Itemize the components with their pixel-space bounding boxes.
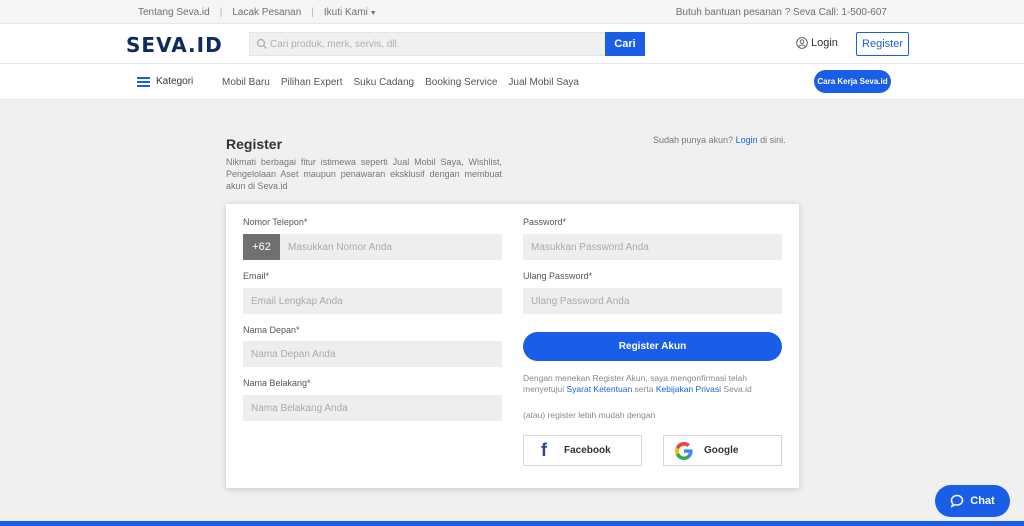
phone-label: Nomor Telepon*: [243, 217, 308, 227]
top-utility-bar: Tentang Seva.id | Lacak Pesanan | Ikuti …: [0, 0, 1024, 24]
login-link[interactable]: Login: [796, 37, 838, 49]
terms-text: Dengan menekan Register Akun, saya mengo…: [523, 373, 782, 395]
email-placeholder: Email Lengkap Anda: [251, 295, 343, 307]
nav-jual-mobil-saya[interactable]: Jual Mobil Saya: [508, 77, 579, 88]
google-icon: [664, 441, 704, 460]
kategori-menu[interactable]: Kategori: [137, 76, 193, 87]
password-label: Password*: [523, 217, 567, 227]
password-placeholder: Masukkan Password Anda: [531, 241, 649, 253]
already-prefix: Sudah punya akun?: [653, 135, 734, 145]
separator: |: [311, 7, 314, 18]
caret-down-icon: ▼: [369, 10, 377, 17]
last-name-label: Nama Belakang*: [243, 378, 311, 388]
facebook-icon: f: [541, 440, 547, 460]
top-links: Tentang Seva.id | Lacak Pesanan | Ikuti …: [138, 7, 377, 18]
ikuti-kami-label: Ikuti Kami: [323, 7, 368, 18]
login-link-inline[interactable]: Login: [736, 135, 758, 145]
link-lacak-pesanan[interactable]: Lacak Pesanan: [232, 7, 301, 18]
main-nav: Kategori Mobil Baru Pilihan Expert Suku …: [0, 64, 1024, 100]
nav-suku-cadang[interactable]: Suku Cadang: [354, 77, 415, 88]
hamburger-icon: [137, 76, 150, 87]
separator: |: [219, 7, 223, 18]
already-suffix: di sini.: [760, 135, 786, 145]
confirm-password-label: Ulang Password*: [523, 271, 593, 281]
nav-pilihan-expert[interactable]: Pilihan Expert: [281, 77, 343, 88]
search-icon: [256, 38, 267, 49]
terms-suffix: Seva.id: [723, 384, 752, 394]
facebook-label: Facebook: [564, 445, 611, 456]
first-name-input[interactable]: Nama Depan Anda: [243, 341, 502, 367]
google-button[interactable]: Google: [663, 435, 782, 466]
facebook-button[interactable]: f Facebook: [523, 435, 642, 466]
link-tentang[interactable]: Tentang Seva.id: [138, 7, 210, 18]
register-account-button[interactable]: Register Akun: [523, 332, 782, 361]
phone-placeholder: Masukkan Nomor Anda: [288, 241, 392, 253]
user-icon: [796, 37, 808, 49]
chat-label: Chat: [970, 495, 995, 507]
last-name-input[interactable]: Nama Belakang Anda: [243, 395, 502, 421]
bottom-accent-strip: [0, 521, 1024, 526]
header: SEVA.ID Cari produk, merk, servis, dll. …: [0, 24, 1024, 64]
register-button-top[interactable]: Register: [856, 32, 909, 56]
phone-prefix: +62: [243, 234, 280, 260]
nav-links: Mobil Baru Pilihan Expert Suku Cadang Bo…: [222, 77, 590, 88]
email-input[interactable]: Email Lengkap Anda: [243, 288, 502, 314]
link-ikuti-kami[interactable]: Ikuti Kami ▼: [324, 7, 377, 18]
first-name-label: Nama Depan*: [243, 325, 300, 335]
nav-mobil-baru[interactable]: Mobil Baru: [222, 77, 270, 88]
register-description: Nikmati berbagai fitur istimewa seperti …: [226, 157, 502, 191]
last-name-placeholder: Nama Belakang Anda: [251, 402, 348, 414]
confirm-password-placeholder: Ulang Password Anda: [531, 295, 630, 307]
phone-input[interactable]: Masukkan Nomor Anda: [280, 234, 502, 260]
logo[interactable]: SEVA.ID: [126, 33, 223, 57]
chat-bubble-icon: [951, 494, 964, 508]
password-input[interactable]: Masukkan Password Anda: [523, 234, 782, 260]
search-placeholder: Cari produk, merk, servis, dll.: [270, 39, 400, 50]
login-label: Login: [811, 37, 838, 49]
chat-button[interactable]: Chat: [935, 485, 1010, 517]
privacy-link[interactable]: Kebijakan Privasi: [656, 384, 721, 394]
alternative-register-text: (atau) register lebih mudah dengan: [523, 410, 656, 420]
already-have-account: Sudah punya akun? Login di sini.: [653, 135, 786, 145]
google-label: Google: [704, 445, 739, 456]
terms-link[interactable]: Syarat Ketentuan: [566, 384, 632, 394]
register-form-card: Nomor Telepon* +62 Masukkan Nomor Anda E…: [226, 204, 799, 488]
page-title: Register: [226, 136, 283, 152]
first-name-placeholder: Nama Depan Anda: [251, 348, 336, 360]
kategori-label: Kategori: [156, 76, 194, 87]
terms-middle: serta: [634, 384, 654, 394]
email-label: Email*: [243, 271, 270, 281]
help-text: Butuh bantuan pesanan ? Seva Call: 1-500…: [675, 7, 887, 18]
search-input[interactable]: Cari produk, merk, servis, dll.: [249, 32, 605, 56]
search-button[interactable]: Cari: [605, 32, 645, 56]
nav-booking-service[interactable]: Booking Service: [425, 77, 497, 88]
cara-kerja-button[interactable]: Cara Kerja Seva.id: [814, 70, 891, 93]
confirm-password-input[interactable]: Ulang Password Anda: [523, 288, 782, 314]
